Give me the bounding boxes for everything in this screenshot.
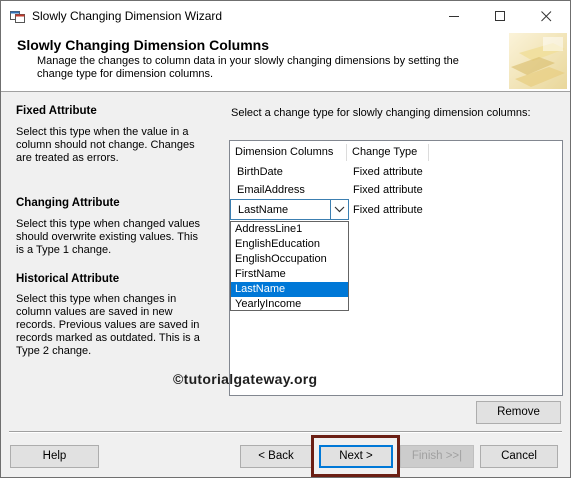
wizard-header: Slowly Changing Dimension Columns Manage… [1, 31, 570, 92]
dropdown-option-englishoccupation[interactable]: EnglishOccupation [231, 252, 348, 267]
row-1-change-type[interactable]: Fixed attribute [353, 166, 423, 178]
grid-instruction: Select a change type for slowly changing… [231, 107, 531, 119]
wizard-banner-graphic [509, 33, 567, 89]
dimension-columns-grid[interactable]: Dimension Columns Change Type BirthDate … [229, 140, 563, 396]
chevron-down-icon [334, 206, 345, 213]
row-2-dimension-column[interactable]: EmailAddress [237, 184, 305, 196]
close-button[interactable] [524, 1, 570, 31]
back-button[interactable]: < Back [240, 445, 312, 468]
minimize-icon [449, 16, 459, 17]
row-2-change-type[interactable]: Fixed attribute [353, 184, 423, 196]
finish-button[interactable]: Finish >>| [400, 445, 474, 468]
maximize-button[interactable] [478, 1, 524, 31]
changing-attribute-description: Select this type when changed values sho… [16, 218, 201, 256]
column-header-change-type[interactable]: Change Type [347, 144, 429, 161]
combobox-value: LastName [238, 204, 289, 216]
dropdown-option-englisheducation[interactable]: EnglishEducation [231, 237, 348, 252]
page-title: Slowly Changing Dimension Columns [17, 37, 270, 53]
column-header-dimension-columns[interactable]: Dimension Columns [230, 144, 347, 161]
dimension-column-combobox[interactable]: LastName [230, 199, 349, 220]
combobox-dropdown-button[interactable] [330, 200, 348, 219]
wizard-app-icon [10, 9, 25, 23]
maximize-icon [495, 11, 505, 21]
dropdown-option-addressline1[interactable]: AddressLine1 [231, 222, 348, 237]
next-button-callout-box [311, 435, 400, 477]
dropdown-option-lastname[interactable]: LastName [231, 282, 348, 297]
row-3-change-type[interactable]: Fixed attribute [353, 204, 423, 216]
dropdown-option-yearlyincome[interactable]: YearlyIncome [231, 297, 348, 312]
dimension-column-dropdown-list[interactable]: AddressLine1 EnglishEducation EnglishOcc… [230, 221, 349, 311]
watermark-text: ©tutorialgateway.org [173, 371, 318, 387]
wizard-window: Slowly Changing Dimension Wizard Slowly … [0, 0, 571, 478]
row-1-dimension-column[interactable]: BirthDate [237, 166, 283, 178]
dropdown-option-firstname[interactable]: FirstName [231, 267, 348, 282]
page-description: Manage the changes to column data in you… [37, 55, 459, 80]
fixed-attribute-heading: Fixed Attribute [16, 105, 97, 117]
help-button[interactable]: Help [10, 445, 99, 468]
title-bar: Slowly Changing Dimension Wizard [1, 1, 570, 31]
historical-attribute-description: Select this type when changes in column … [16, 293, 200, 357]
minimize-button[interactable] [432, 1, 478, 31]
close-icon [541, 11, 552, 22]
cancel-button[interactable]: Cancel [480, 445, 558, 468]
remove-button[interactable]: Remove [476, 401, 561, 424]
changing-attribute-heading: Changing Attribute [16, 197, 120, 209]
window-title: Slowly Changing Dimension Wizard [32, 9, 223, 23]
historical-attribute-heading: Historical Attribute [16, 273, 120, 285]
footer-separator [9, 431, 562, 433]
fixed-attribute-description: Select this type when the value in a col… [16, 126, 195, 164]
